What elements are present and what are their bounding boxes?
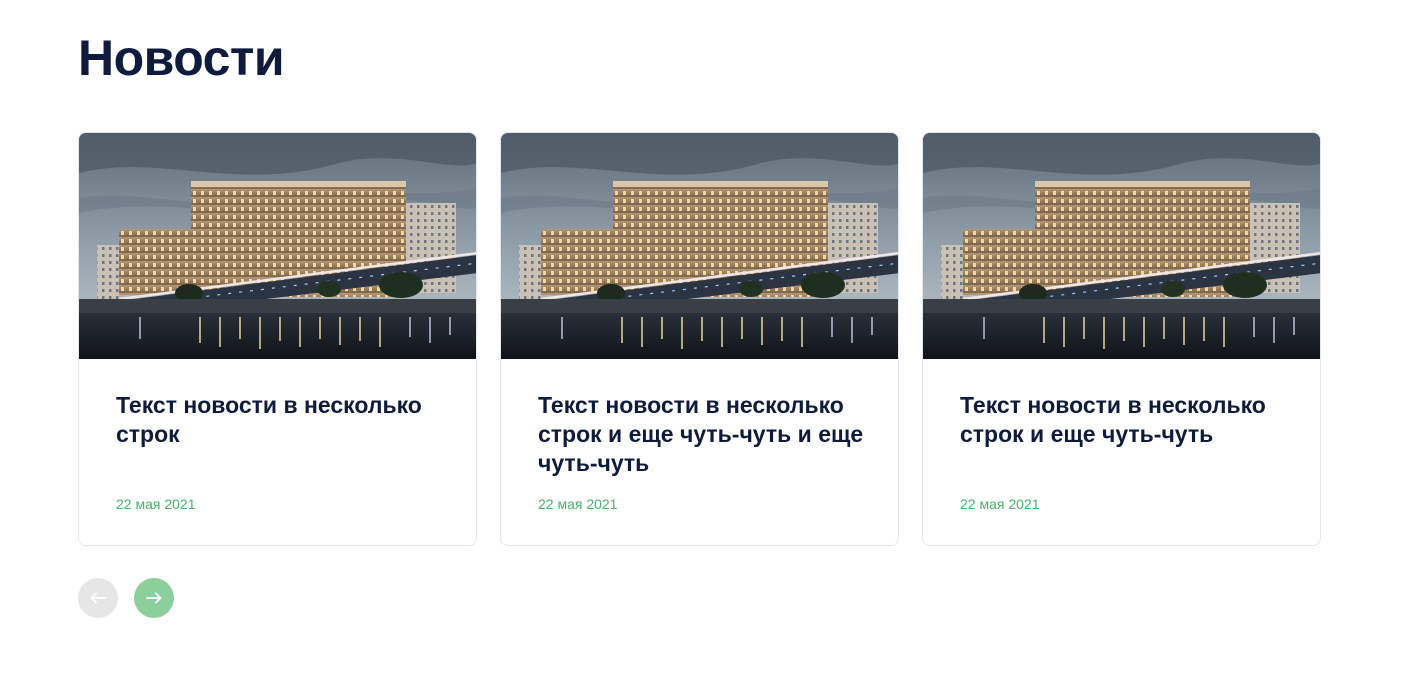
news-card[interactable]: Текст новости в несколько строк 22 мая 2… (78, 132, 477, 546)
news-date: 22 мая 2021 (538, 496, 618, 512)
next-button[interactable] (134, 578, 174, 618)
news-title: Текст новости в несколько строк и еще чу… (960, 392, 1266, 447)
news-date: 22 мая 2021 (116, 496, 196, 512)
news-card[interactable]: Текст новости в несколько строк и еще чу… (500, 132, 899, 546)
news-image (79, 133, 476, 359)
news-list: Текст новости в несколько строк 22 мая 2… (78, 132, 1321, 546)
news-image (501, 133, 898, 359)
page-title: Новости (78, 30, 285, 86)
news-card[interactable]: Текст новости в несколько строк и еще чу… (922, 132, 1321, 546)
arrow-left-icon (90, 592, 106, 604)
news-title: Текст новости в несколько строк и еще чу… (538, 392, 864, 476)
prev-button[interactable] (78, 578, 118, 618)
news-image (923, 133, 1320, 359)
news-date: 22 мая 2021 (960, 496, 1040, 512)
news-section: Новости Текст новости в несколько строк … (0, 0, 1428, 674)
arrow-right-icon (146, 592, 162, 604)
news-title: Текст новости в несколько строк (116, 392, 422, 447)
